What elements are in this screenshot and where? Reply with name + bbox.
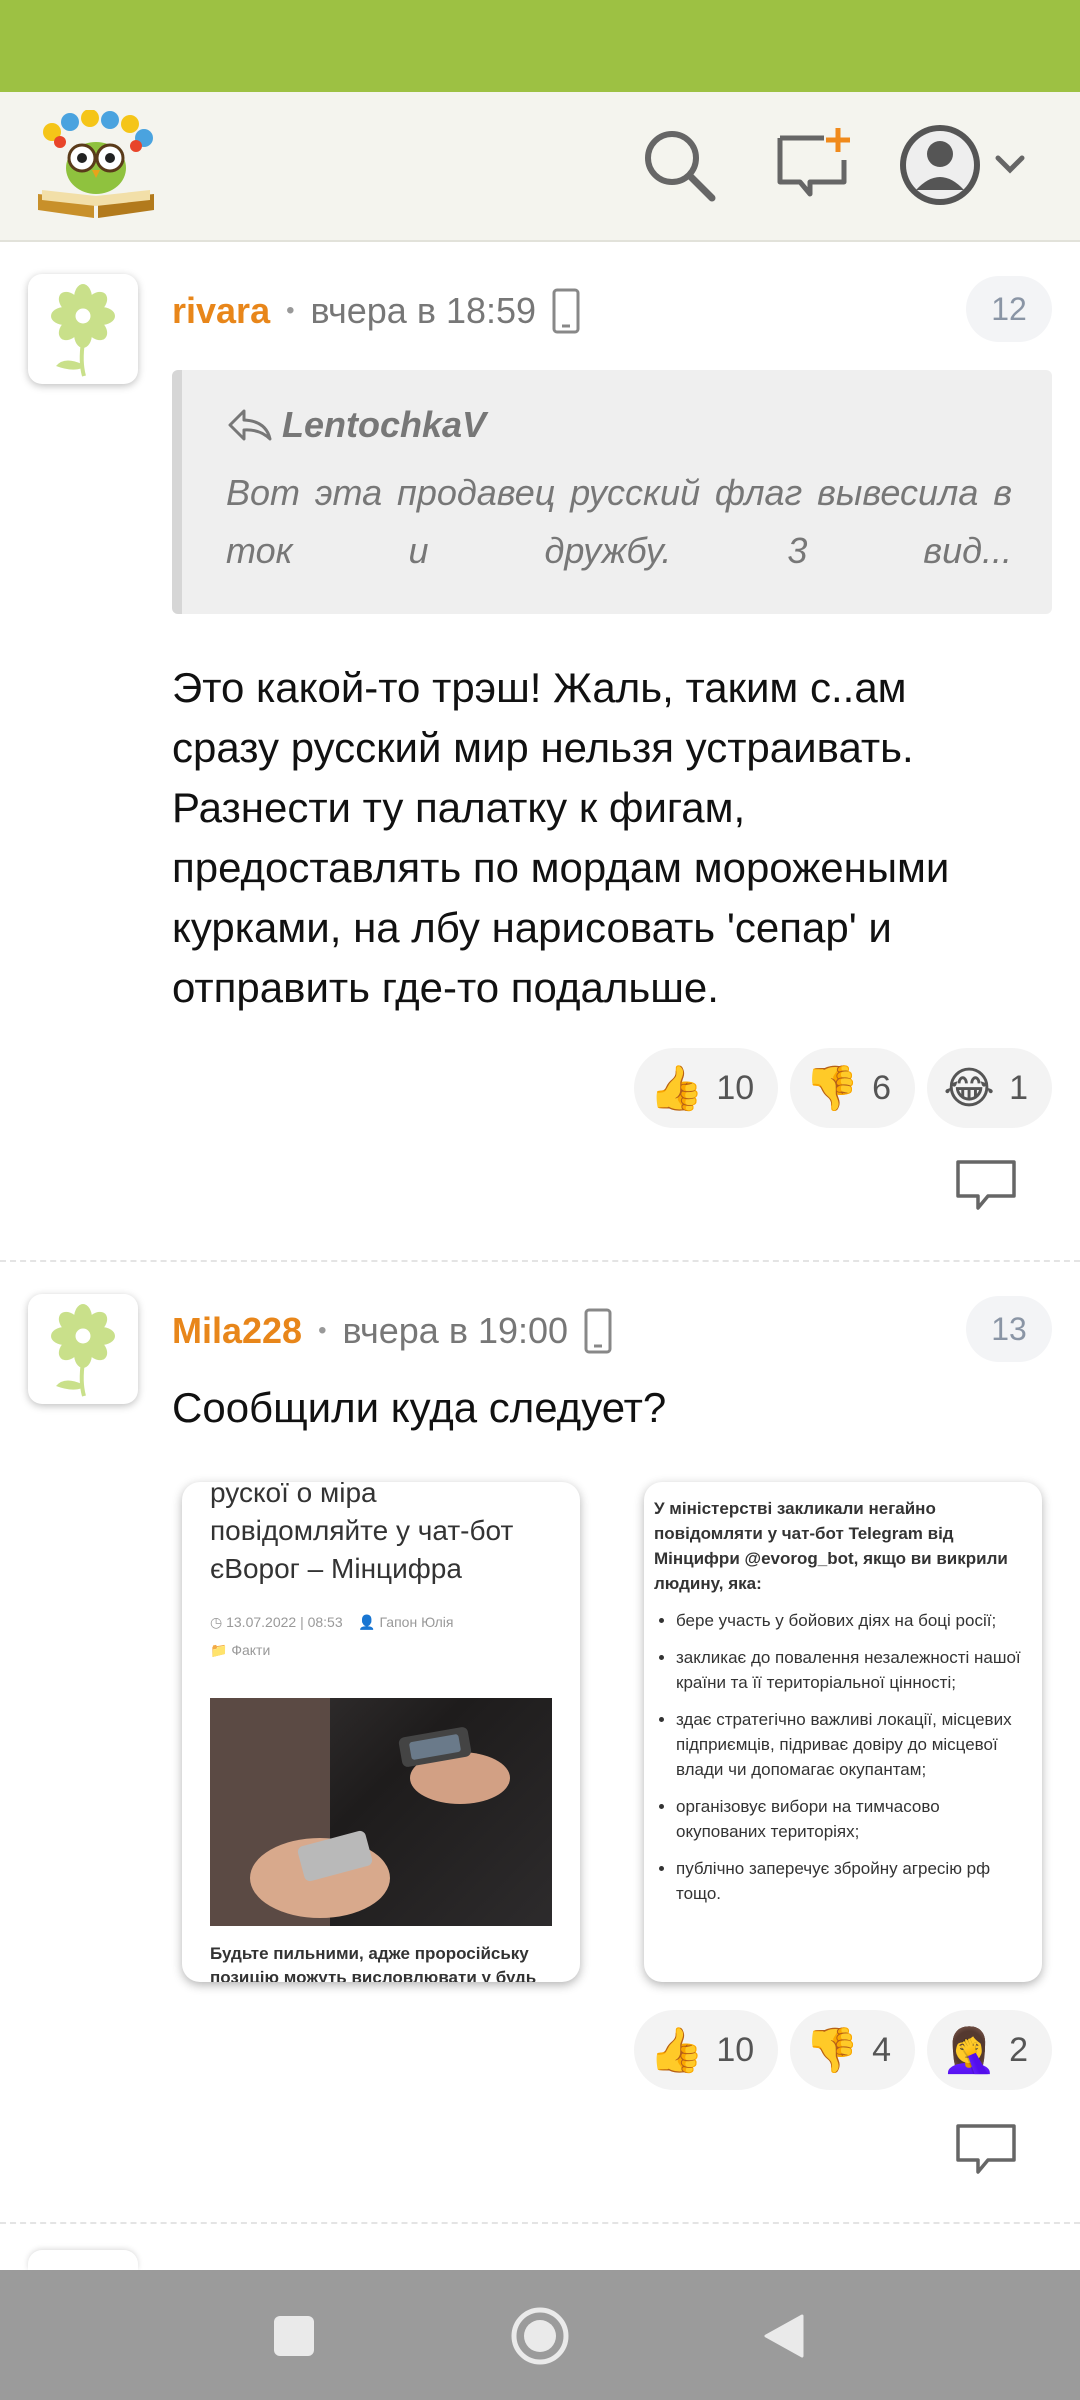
- user-avatar-icon[interactable]: [898, 120, 1058, 210]
- reaction-count: 6: [872, 1068, 892, 1107]
- list-item: публічно заперечує збройну агресію рф то…: [676, 1856, 1026, 1906]
- comment-line: Это какой-то трэш! Жаль, таким с..ам: [172, 664, 907, 711]
- status-bar: [0, 0, 1080, 92]
- separator-dot: •: [286, 297, 295, 324]
- reaction-count: 10: [716, 2030, 755, 2069]
- facepalm-icon: 🤦‍♀️: [941, 2026, 997, 2075]
- quote-author-name: LentochkaV: [282, 404, 487, 445]
- reaction-thumbs-down[interactable]: 👎 6: [790, 1048, 916, 1128]
- app-header: [0, 92, 1080, 242]
- comment-line: сразу русский мир нельзя устраивать.: [172, 724, 914, 771]
- info-heading: У міністерстві закликали негайно повідом…: [654, 1499, 1008, 1593]
- system-nav-bar: [0, 2270, 1080, 2400]
- comment-line: курками, на лбу нарисовать 'сепар' и: [172, 904, 892, 951]
- reactions-bar: 👍 10 👎 6 😂 1: [634, 1048, 1052, 1128]
- comment-time: вчера в 19:00: [342, 1310, 569, 1351]
- reply-bubble-icon[interactable]: [952, 1156, 1020, 1216]
- attached-image[interactable]: У міністерстві закликали негайно повідом…: [644, 1482, 1042, 1982]
- book-owl-logo[interactable]: [32, 110, 160, 222]
- thumbs-up-icon: 👍: [648, 1064, 704, 1113]
- comment-body: Это какой-то трэш! Жаль, таким с..ам сра…: [172, 658, 1052, 1018]
- reply-arrow-icon: [228, 409, 272, 441]
- comment-meta: Mila228 • вчера в 19:00: [172, 1306, 612, 1356]
- comment-line: предоставлять по мордам морожеными: [172, 844, 950, 891]
- reaction-count: 10: [716, 1068, 755, 1107]
- reply-bubble-icon[interactable]: [952, 2120, 1020, 2180]
- article-date: ◷ 13.07.2022 | 08:53: [210, 1614, 343, 1630]
- avatar[interactable]: [28, 1294, 138, 1404]
- article-photo: [210, 1698, 552, 1926]
- chevron-down-icon: [995, 155, 1025, 174]
- next-comment-avatar[interactable]: [28, 2250, 138, 2270]
- reaction-facepalm[interactable]: 🤦‍♀️ 2: [927, 2010, 1052, 2090]
- list-item: закликає до повалення незалежності нашої…: [676, 1645, 1026, 1695]
- reaction-thumbs-up[interactable]: 👍 10: [634, 2010, 779, 2090]
- info-text-image: У міністерстві закликали негайно повідом…: [654, 1496, 1026, 1918]
- search-icon[interactable]: [638, 124, 722, 208]
- list-item: здає стратегічно важливі локації, місцев…: [676, 1707, 1026, 1782]
- triangle-back-icon[interactable]: [760, 2312, 808, 2360]
- reaction-thumbs-down[interactable]: 👎 4: [790, 2010, 916, 2090]
- username[interactable]: rivara: [172, 290, 270, 332]
- reaction-thumbs-up[interactable]: 👍 10: [634, 1048, 779, 1128]
- attached-image[interactable]: рускої о міра повідомляйте у чат-бот єВо…: [182, 1482, 580, 1982]
- avatar[interactable]: [28, 274, 138, 384]
- article-author: 👤 Гапон Юлія: [358, 1614, 454, 1630]
- quote-author: LentochkaV: [226, 404, 1012, 446]
- reactions-bar: 👍 10 👎 4 🤦‍♀️ 2: [634, 2010, 1052, 2090]
- separator-dot: •: [318, 1317, 327, 1344]
- reaction-count: 4: [872, 2030, 892, 2069]
- comment-meta: rivara • вчера в 18:59: [172, 286, 580, 336]
- comment-number-badge[interactable]: 13: [966, 1296, 1052, 1362]
- list-item: бере участь у бойових діях на боці росії…: [676, 1608, 1026, 1633]
- new-message-icon[interactable]: [772, 124, 856, 208]
- comment-line: отправить где-то подальше.: [172, 964, 719, 1011]
- quote-text: Вот эта продавец русский флаг вывесила в…: [226, 472, 1012, 571]
- reaction-count: 1: [1009, 1068, 1028, 1107]
- mobile-device-icon: [552, 288, 580, 334]
- info-list: бере участь у бойових діях на боці росії…: [654, 1608, 1026, 1906]
- thumbs-down-icon: 👎: [804, 1064, 860, 1113]
- article-meta: ◷ 13.07.2022 | 08:53 👤 Гапон Юлія 📁 Факт…: [210, 1608, 453, 1664]
- quote-block[interactable]: LentochkaV Вот эта продавец русский флаг…: [172, 370, 1052, 614]
- laughing-icon: 😂: [943, 1063, 995, 1113]
- comment: rivara • вчера в 18:59 12 LentochkaV Вот…: [0, 242, 1080, 1262]
- reaction-count: 2: [1009, 2030, 1028, 2069]
- hands-with-phones-image: [210, 1698, 510, 1926]
- comment-line: Разнести ту палатку к фигам,: [172, 784, 746, 831]
- comment-body: Сообщили куда следует?: [172, 1384, 667, 1431]
- reaction-laugh[interactable]: 😂 1: [927, 1048, 1052, 1128]
- circle-icon[interactable]: [510, 2306, 570, 2366]
- comment: Mila228 • вчера в 19:00 13 Сообщили куда…: [0, 1262, 1080, 2224]
- thumbs-down-icon: 👎: [804, 2026, 860, 2075]
- username[interactable]: Mila228: [172, 1310, 302, 1352]
- mobile-device-icon: [584, 1308, 612, 1354]
- article-category: 📁 Факти: [210, 1642, 271, 1658]
- account-menu[interactable]: [898, 120, 1058, 210]
- article-title: рускої о міра повідомляйте у чат-бот єВо…: [210, 1482, 514, 1584]
- comment-time: вчера в 18:59: [310, 290, 537, 331]
- comment-number-badge[interactable]: 12: [966, 276, 1052, 342]
- flower-icon: [51, 1304, 115, 1397]
- thumbs-up-icon: 👍: [648, 2026, 704, 2075]
- list-item: організовує вибори на тимчасово окупован…: [676, 1794, 1026, 1844]
- article-caption: Будьте пильними, адже проросійську позиц…: [210, 1944, 537, 1982]
- flower-icon: [51, 284, 115, 377]
- square-icon[interactable]: [272, 2314, 316, 2358]
